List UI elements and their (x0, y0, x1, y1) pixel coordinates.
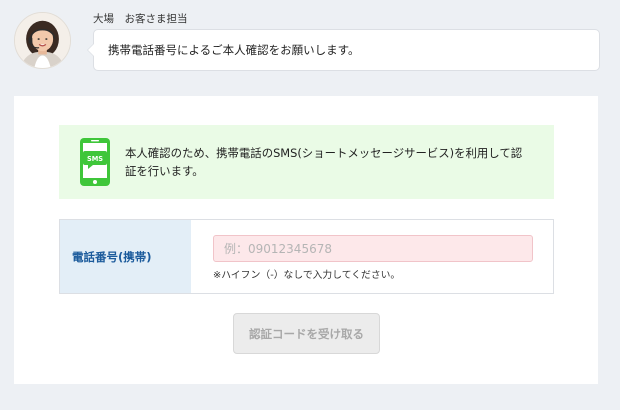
phone-number-input[interactable] (213, 235, 533, 262)
phone-label: 電話番号(携帯) (72, 249, 152, 264)
sms-notice-line2: 証を行います。 (125, 164, 204, 178)
receive-code-button[interactable]: 認証コードを受け取る (233, 313, 380, 354)
operator-message-bubble: 携帯電話番号によるご本人確認をお願いします。 (87, 29, 600, 71)
sms-notice: SMS 本人確認のため、携帯電話のSMS(ショートメッセージサービス)を利用して… (59, 125, 554, 199)
phone-form-row: 電話番号(携帯) ※ハイフン（-）なしで入力してください。 (59, 219, 554, 294)
operator-photo-icon (15, 13, 70, 68)
operator-message: 携帯電話番号によるご本人確認をお願いします。 (108, 43, 360, 57)
sms-phone-icon: SMS (79, 137, 111, 187)
operator-name: 大場 お客さま担当 (93, 13, 188, 25)
sms-icon-label: SMS (87, 155, 103, 163)
operator-avatar (14, 12, 71, 69)
sms-notice-text: 本人確認のため、携帯電話のSMS(ショートメッセージサービス)を利用して認 証を… (125, 144, 522, 180)
phone-label-cell: 電話番号(携帯) (60, 220, 191, 293)
operator-chat: 大場 お客さま担当 携帯電話番号によるご本人確認をお願いします。 (14, 9, 600, 79)
phone-hint: ※ハイフン（-）なしで入力してください。 (213, 270, 401, 281)
verification-card: SMS 本人確認のため、携帯電話のSMS(ショートメッセージサービス)を利用して… (14, 96, 598, 384)
phone-field-cell: ※ハイフン（-）なしで入力してください。 (191, 220, 553, 293)
sms-notice-line1: 本人確認のため、携帯電話のSMS(ショートメッセージサービス)を利用して認 (125, 146, 523, 160)
